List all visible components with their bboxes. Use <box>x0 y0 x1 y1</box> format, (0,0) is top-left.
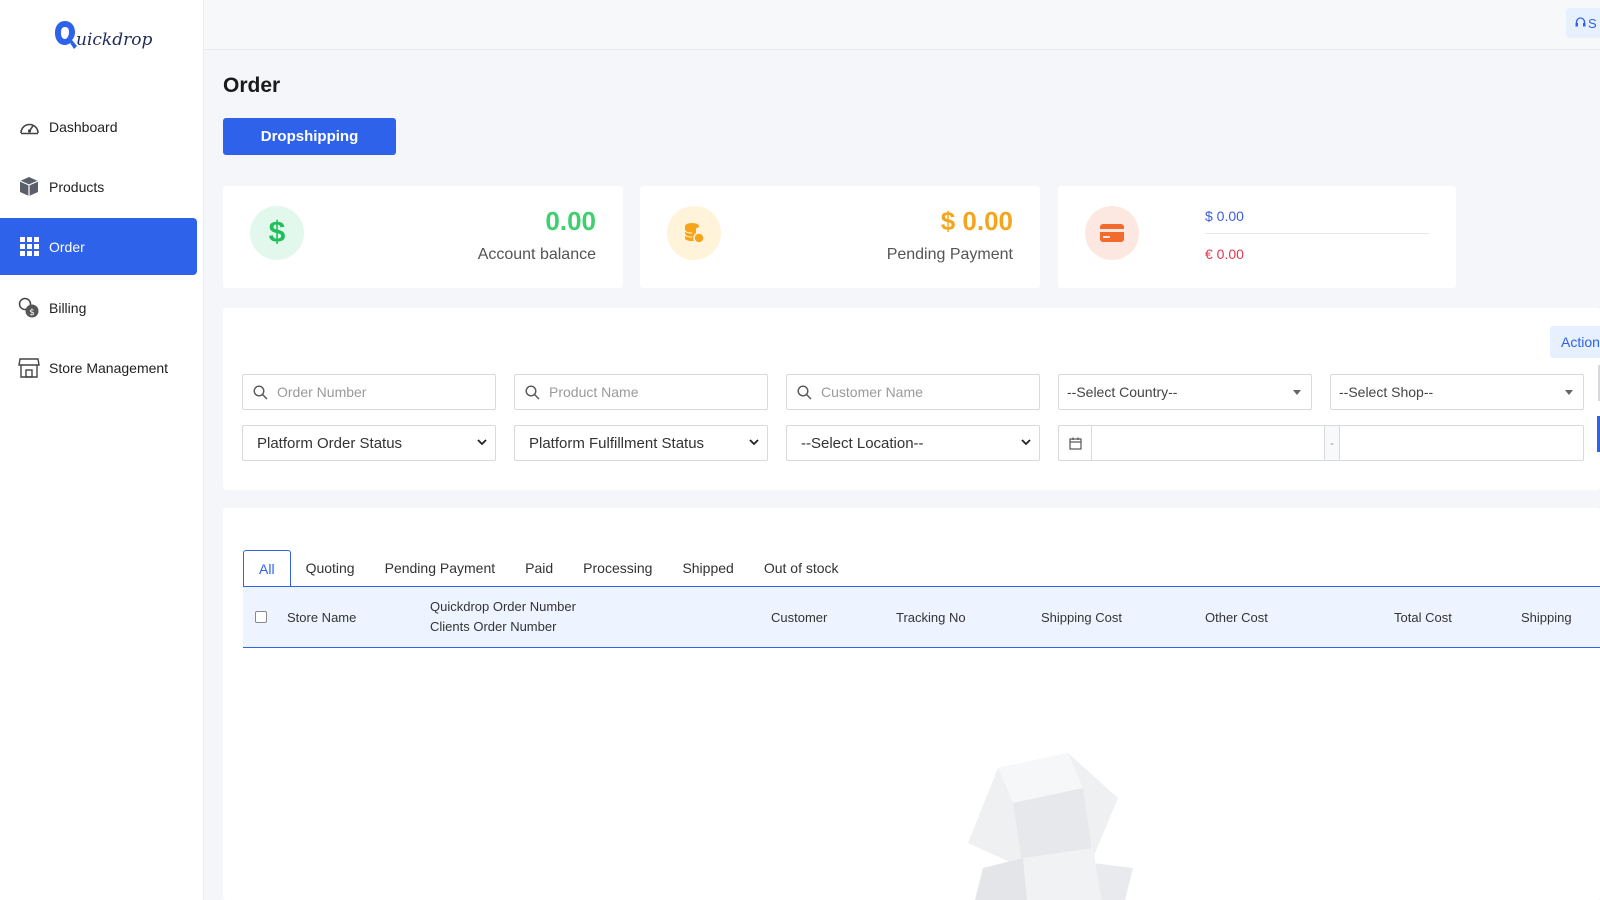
orders-table-panel: All Quoting Pending Payment Paid Process… <box>223 508 1600 900</box>
column-shipping: Shipping <box>1521 609 1572 625</box>
column-tracking-no: Tracking No <box>896 609 966 625</box>
credit-card-icon <box>1085 206 1139 260</box>
date-range-picker[interactable]: - <box>1058 425 1584 461</box>
account-balance-card: $ 0.00 Account balance <box>223 186 623 288</box>
search-icon <box>787 384 821 400</box>
wallet-eur-value: € 0.00 <box>1205 246 1244 262</box>
grid-icon <box>18 236 40 258</box>
sidebar-item-products[interactable]: Products <box>0 158 197 215</box>
order-status-value: Platform Order Status <box>257 434 403 452</box>
action-button[interactable]: Action <box>1550 326 1600 358</box>
chevron-down-icon <box>1021 439 1031 446</box>
select-all-checkbox[interactable] <box>255 611 267 623</box>
page-title: Order <box>223 74 281 97</box>
svg-text:$: $ <box>29 308 35 318</box>
logo-text: uickdrop <box>76 30 153 50</box>
account-balance-label: Account balance <box>477 246 596 263</box>
sidebar-item-store-management[interactable]: Store Management <box>0 339 197 396</box>
order-number-input[interactable]: Order Number <box>242 374 496 410</box>
column-order-number-line2: Clients Order Number <box>430 619 557 634</box>
dropdown-arrow-icon <box>1565 390 1573 395</box>
dropshipping-button[interactable]: Dropshipping <box>223 118 396 155</box>
tab-processing[interactable]: Processing <box>568 550 667 586</box>
coins-icon: $ <box>18 297 40 319</box>
tab-shipped[interactable]: Shipped <box>667 550 748 586</box>
fulfillment-status-value: Platform Fulfillment Status <box>529 434 705 452</box>
search-icon <box>243 384 277 400</box>
tab-paid[interactable]: Paid <box>510 550 568 586</box>
logo-q-icon <box>55 21 77 49</box>
sidebar-item-label: Order <box>49 238 85 255</box>
sidebar-item-order[interactable]: Order <box>0 218 197 275</box>
support-label: S <box>1588 15 1597 31</box>
store-icon <box>18 357 40 379</box>
tab-quoting[interactable]: Quoting <box>291 550 370 586</box>
filter-panel: Action Order Number Product Name Custome… <box>223 308 1600 490</box>
location-select-value: --Select Location-- <box>801 434 924 452</box>
shop-select-value: --Select Shop-- <box>1339 384 1434 400</box>
column-customer: Customer <box>771 609 828 625</box>
headset-icon <box>1575 16 1586 31</box>
pending-payment-label: Pending Payment <box>886 246 1013 263</box>
wallet-usd-value: $ 0.00 <box>1205 208 1244 224</box>
product-name-input[interactable]: Product Name <box>514 374 768 410</box>
product-name-placeholder: Product Name <box>549 384 639 400</box>
column-order-number-line1: Quickdrop Order Number <box>430 599 576 614</box>
gauge-icon <box>18 116 40 138</box>
wallet-divider <box>1205 233 1429 234</box>
location-select[interactable]: --Select Location-- <box>786 425 1040 461</box>
order-status-tabs: All Quoting Pending Payment Paid Process… <box>243 550 854 586</box>
logo[interactable]: uickdrop <box>52 18 152 52</box>
account-balance-value: 0.00 <box>545 206 596 236</box>
country-select-value: --Select Country-- <box>1067 384 1178 400</box>
date-range-separator: - <box>1324 426 1340 460</box>
sidebar-item-label: Dashboard <box>49 118 118 135</box>
customer-name-placeholder: Customer Name <box>821 384 923 400</box>
order-status-select[interactable]: Platform Order Status <box>242 425 496 461</box>
chevron-down-icon <box>749 439 759 446</box>
chevron-down-icon <box>477 439 487 446</box>
fulfillment-status-select[interactable]: Platform Fulfillment Status <box>514 425 768 461</box>
topbar: S <box>204 0 1600 50</box>
column-shipping-cost: Shipping Cost <box>1041 609 1122 625</box>
sidebar-item-dashboard[interactable]: Dashboard <box>0 98 197 155</box>
calendar-icon <box>1059 426 1092 460</box>
sidebar-item-label: Store Management <box>49 359 169 376</box>
wallet-card: $ 0.00 € 0.00 <box>1058 186 1456 288</box>
tab-out-of-stock[interactable]: Out of stock <box>749 550 854 586</box>
empty-box-illustration <box>968 753 1133 900</box>
coin-stack-icon <box>667 206 721 260</box>
pending-payment-card: $ 0.00 Pending Payment <box>640 186 1040 288</box>
tab-pending-payment[interactable]: Pending Payment <box>370 550 511 586</box>
dollar-icon: $ <box>250 206 304 260</box>
support-button[interactable]: S <box>1566 8 1600 38</box>
order-number-placeholder: Order Number <box>277 384 367 400</box>
table-header: Store Name Quickdrop Order Number Client… <box>243 586 1600 648</box>
column-store-name: Store Name <box>287 609 357 625</box>
search-icon <box>515 384 549 400</box>
customer-name-input[interactable]: Customer Name <box>786 374 1040 410</box>
dropdown-arrow-icon <box>1293 390 1301 395</box>
column-order-number: Quickdrop Order Number Clients Order Num… <box>430 597 576 637</box>
shop-select[interactable]: --Select Shop-- <box>1330 374 1584 410</box>
pending-payment-value: $ 0.00 <box>940 206 1013 236</box>
box-icon <box>18 176 40 198</box>
country-select[interactable]: --Select Country-- <box>1058 374 1312 410</box>
column-other-cost: Other Cost <box>1205 609 1268 625</box>
sidebar-item-label: Products <box>49 178 105 195</box>
column-total-cost: Total Cost <box>1394 609 1452 625</box>
tab-all[interactable]: All <box>243 550 291 586</box>
sidebar-item-billing[interactable]: $ Billing <box>0 279 197 336</box>
sidebar-item-label: Billing <box>49 299 87 316</box>
sidebar: uickdrop Dashboard Products Order $ Bill… <box>0 0 204 900</box>
